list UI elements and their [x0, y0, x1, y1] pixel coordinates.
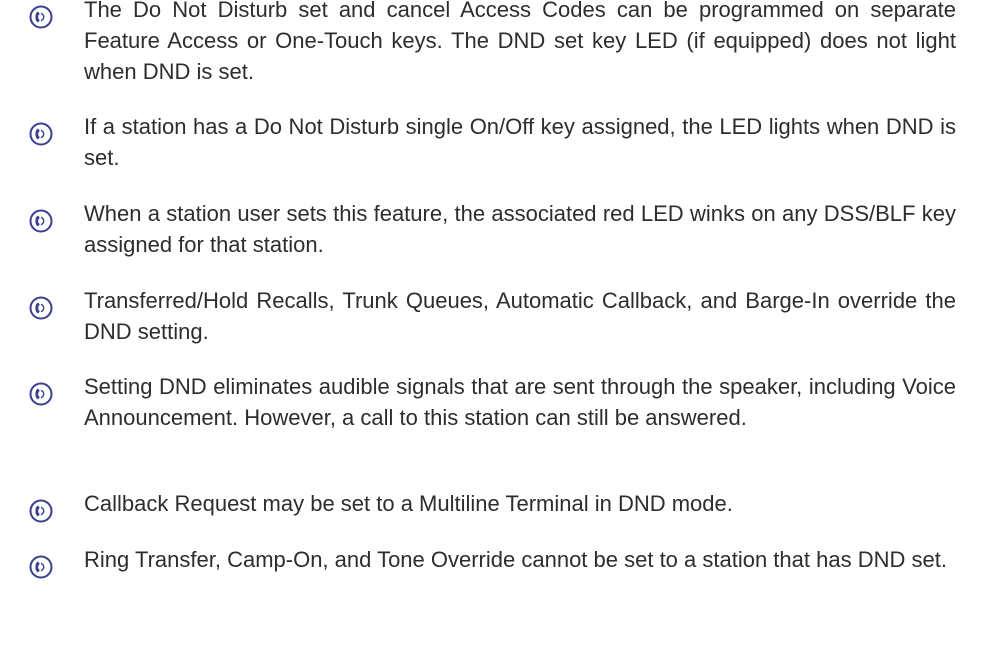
note-text: If a station has a Do Not Disturb single… — [84, 114, 956, 170]
note-text: Transferred/Hold Recalls, Trunk Queues, … — [84, 288, 956, 344]
phone-note-icon — [29, 382, 53, 406]
note-text: Setting DND eliminates audible signals t… — [84, 374, 956, 430]
phone-note-icon — [29, 555, 53, 579]
note-text: Ring Transfer, Camp-On, and Tone Overrid… — [84, 547, 947, 572]
phone-note-icon — [29, 122, 53, 146]
note-text: Callback Request may be set to a Multili… — [84, 491, 733, 516]
note-text: When a station user sets this feature, t… — [84, 201, 956, 257]
phone-note-icon — [29, 499, 53, 523]
note-text: The Do Not Disturb set and cancel Access… — [84, 0, 956, 84]
phone-note-icon — [29, 296, 53, 320]
phone-note-icon — [29, 209, 53, 233]
phone-note-icon — [29, 5, 53, 29]
